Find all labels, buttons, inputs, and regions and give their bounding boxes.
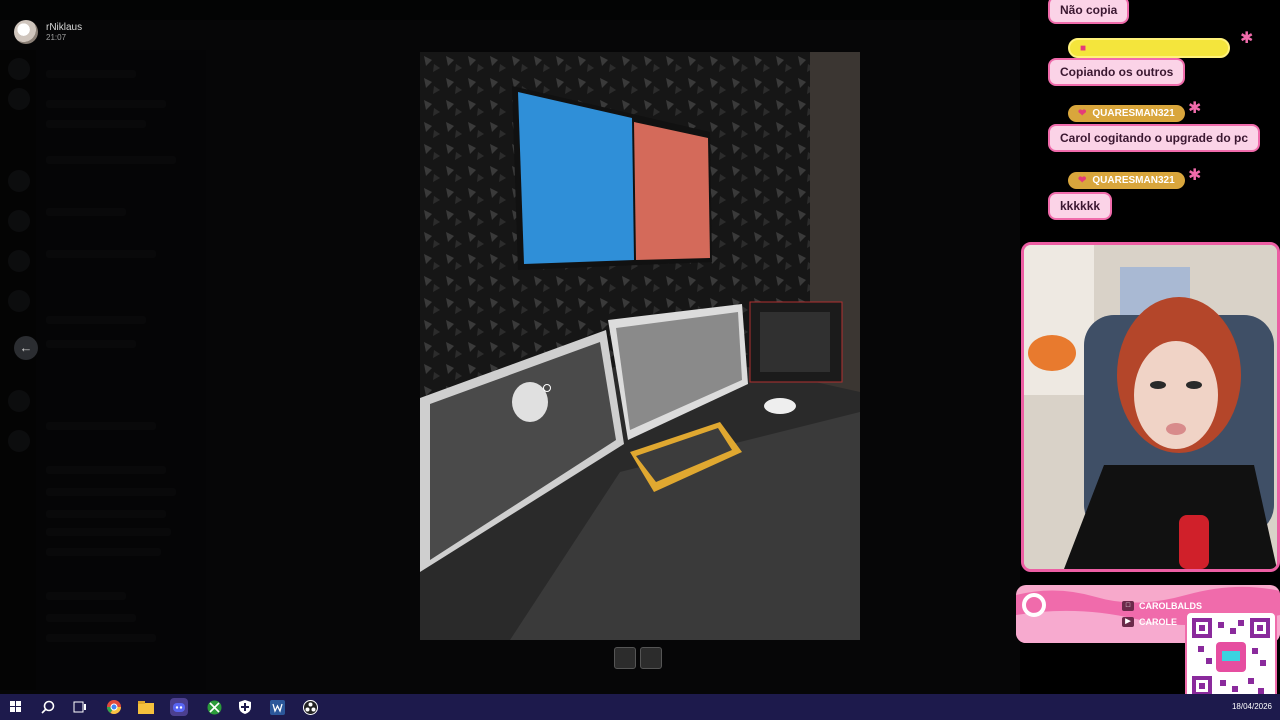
user-name: rNiklaus (46, 22, 83, 33)
heart-icon: ❤ (1078, 175, 1087, 186)
windows-start-icon[interactable] (7, 698, 25, 716)
taskbar: 18/04/2026 (0, 694, 1280, 720)
instagram-x-icon: □ (1122, 601, 1134, 611)
taskbar-date[interactable]: 18/04/2026 (1232, 702, 1272, 711)
webcam-frame (1021, 242, 1280, 572)
sparkle-icon: ✱ (1188, 100, 1202, 117)
chat-message-bubble: kkkkkk (1048, 192, 1113, 220)
word-icon[interactable] (268, 698, 286, 716)
sparkle-icon: ✱ (1240, 30, 1254, 47)
thumbnail-active[interactable] (614, 647, 636, 669)
social-handle: CAROLE (1139, 617, 1177, 627)
task-view-icon[interactable] (71, 698, 89, 716)
avatar[interactable] (14, 20, 38, 44)
xbox-icon[interactable] (205, 698, 223, 716)
chat-badge: ❤ QUARESMAN321 (1068, 105, 1185, 122)
sparkle-icon: ✱ (1188, 167, 1202, 184)
social-row: ▶ CAROLE (1122, 617, 1177, 627)
chat-message-bubble: Carol cogitando o upgrade do pc (1048, 124, 1261, 152)
social-handle: CAROLBALDS (1139, 601, 1202, 611)
file-explorer-icon[interactable] (137, 698, 155, 716)
chat-username: QUARESMAN321 (1092, 108, 1175, 119)
security-icon[interactable] (236, 698, 254, 716)
qr-code (1185, 611, 1277, 703)
streamer-camera (1024, 245, 1277, 569)
emote-icon: ■ (1080, 42, 1087, 54)
search-icon[interactable] (39, 698, 57, 716)
chat-message-bubble: Não copia (1048, 0, 1130, 24)
chrome-icon[interactable] (105, 698, 123, 716)
chat-username: QUARESMAN321 (1092, 175, 1175, 186)
qr-pattern (1192, 618, 1270, 696)
arrow-left-icon: ← (19, 340, 33, 355)
obs-icon[interactable] (301, 698, 319, 716)
discord-icon[interactable] (170, 698, 188, 716)
chat-message-bubble: Copiando os outros (1048, 58, 1186, 86)
previous-image-button[interactable]: ← (14, 336, 38, 360)
thumbnail[interactable] (640, 647, 662, 669)
image-preview[interactable] (420, 52, 860, 640)
image-thumbnails (614, 647, 662, 669)
chat-badge: ❤ QUARESMAN321 (1068, 172, 1185, 189)
mouse-cursor (543, 384, 551, 392)
message-time: 21:07 (46, 33, 67, 42)
user-header: rNiklaus 21:07 (14, 20, 82, 44)
desk-setup-photo (420, 52, 860, 640)
youtube-icon: ▶ (1122, 617, 1134, 627)
heart-icon: ❤ (1078, 108, 1087, 119)
social-row: □ CAROLBALDS (1122, 601, 1202, 611)
chat-badge: ■ (1068, 38, 1230, 58)
